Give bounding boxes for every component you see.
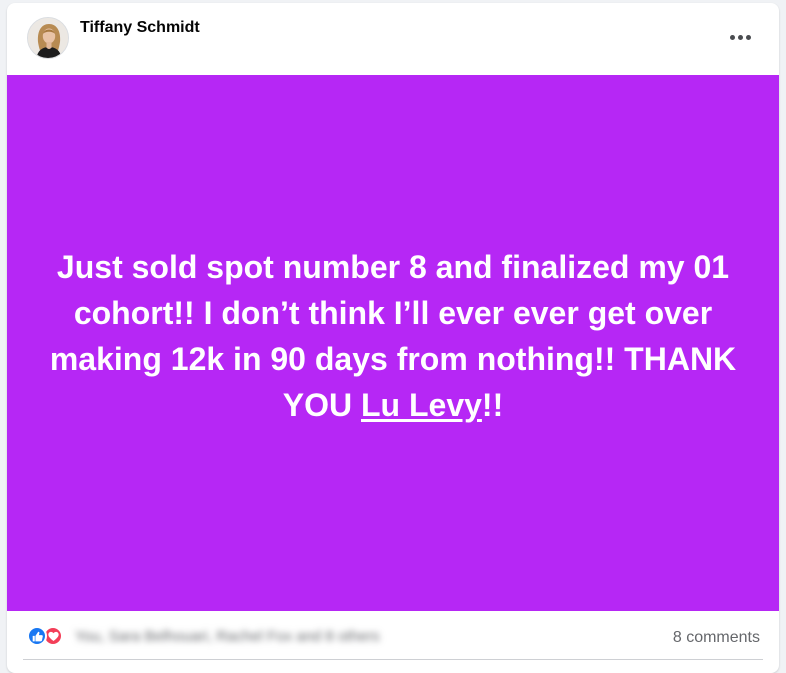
author-avatar[interactable] [27,17,69,59]
profile-photo [28,18,68,58]
post-background: Just sold spot number 8 and finalized my… [7,75,779,611]
post-text-end: !! [481,387,504,423]
post-header: Tiffany Schmidt [7,3,779,75]
post-card: Tiffany Schmidt Just sold spot number 8 … [7,3,779,673]
dot [737,34,743,40]
author-name[interactable]: Tiffany Schmidt [80,19,200,37]
like-icon [27,626,47,646]
dot [745,34,751,40]
comments-count[interactable]: 8 comments [673,629,760,647]
post-text: Just sold spot number 8 and finalized my… [23,244,763,428]
post-footer: You, Sara Belhouari, Rachel Fox and 8 ot… [7,611,779,673]
mention-link[interactable]: Lu Levy [361,387,482,423]
reaction-names[interactable]: You, Sara Belhouari, Rachel Fox and 8 ot… [75,628,380,645]
more-options-icon[interactable] [720,25,760,49]
dot [729,34,735,40]
reaction-icons[interactable] [27,625,63,647]
